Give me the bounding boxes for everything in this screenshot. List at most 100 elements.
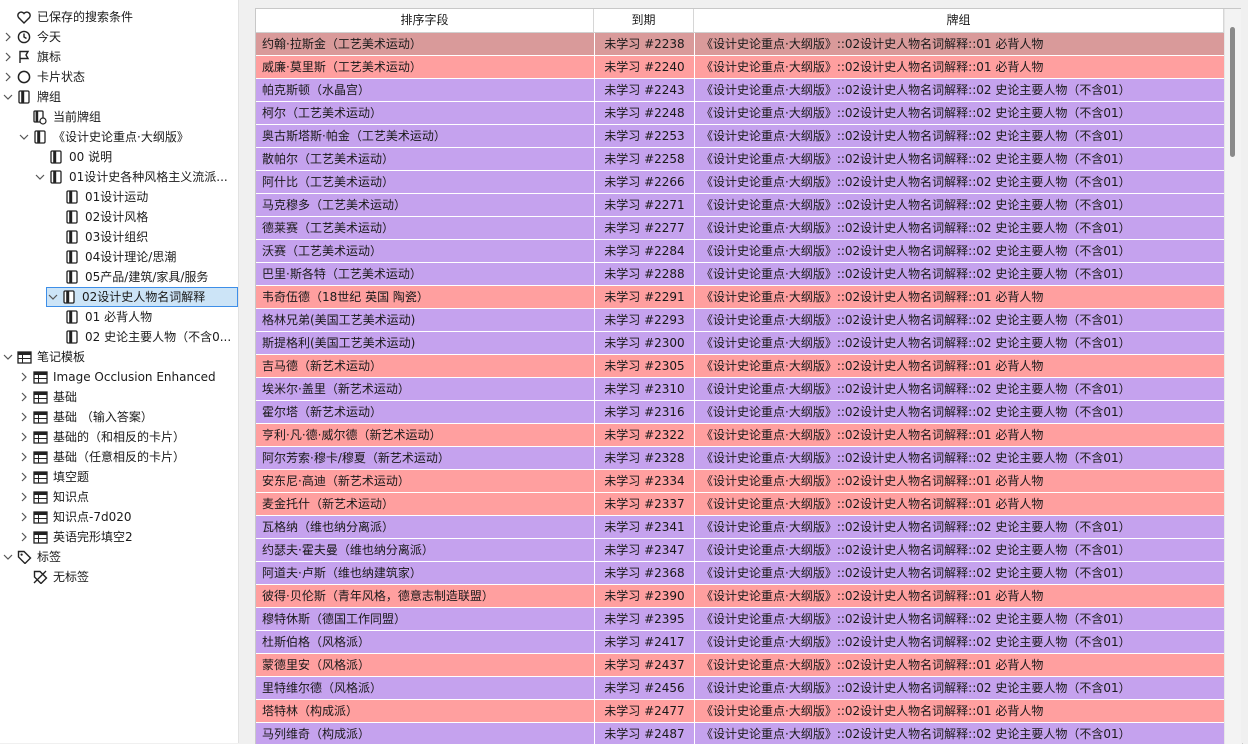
sidebar-item[interactable]: 填空题 [17,467,237,487]
cell-sort-field: 彼得·贝伦斯（青年风格，德意志制造联盟） [262,589,494,603]
table-row[interactable]: 格林兄弟(美国工艺美术运动) 未学习 #2293 《设计史论重点·大纲版》::02设… [256,309,1224,332]
column-header-sort-field[interactable]: 排序字段 [256,9,594,32]
sidebar-item[interactable]: Image Occlusion Enhanced [17,367,237,387]
flag-icon [15,49,33,65]
sidebar-item[interactable]: 02设计风格 [49,207,237,227]
sidebar-item[interactable]: 05产品/建筑/家具/服务 [49,267,237,287]
sidebar-item[interactable]: 笔记模板 [1,347,237,367]
sidebar-item[interactable]: 卡片状态 [1,67,237,87]
sidebar-item[interactable]: 02设计史人物名词解释 [46,287,238,307]
table-row[interactable]: 德莱赛（工艺美术运动） 未学习 #2277 《设计史论重点·大纲版》::02设计史人… [256,217,1224,240]
sidebar-item[interactable]: 已保存的搜索条件 [1,7,237,27]
sidebar-item[interactable]: 基础 [17,387,237,407]
cell-due: 未学习 #2337 [594,493,694,515]
pane-splitter[interactable] [238,0,255,743]
table-row[interactable]: 柯尔（工艺美术运动） 未学习 #2248 《设计史论重点·大纲版》::02设计史人物… [256,102,1224,125]
table-row[interactable]: 阿什比（工艺美术运动） 未学习 #2266 《设计史论重点·大纲版》::02设计史人… [256,171,1224,194]
sidebar-item[interactable]: 今天 [1,27,237,47]
table-row[interactable]: 阿道夫·卢斯（维也纳建筑家） 未学习 #2368 《设计史论重点·大纲版》::02设… [256,562,1224,585]
table-row[interactable]: 马列维奇（构成派） 未学习 #2487 《设计史论重点·大纲版》::02设计史人物名… [256,723,1224,744]
sidebar-item[interactable]: 当前牌组 [17,107,237,127]
cell-deck: 《设计史论重点·大纲版》::02设计史人物名词解释::02 史论主要人物（不含0… [694,562,1224,584]
sidebar-item[interactable]: 牌组 [1,87,237,107]
sidebar-item[interactable]: 04设计理论/思潮 [49,247,237,267]
table-row[interactable]: 阿尔芳索·穆卡/穆夏（新艺术运动） 未学习 #2328 《设计史论重点·大纲版》::… [256,447,1224,470]
expand-chevron-down-icon[interactable] [17,133,31,141]
cell-deck: 《设计史论重点·大纲版》::02设计史人物名词解释::02 史论主要人物（不含0… [694,171,1224,193]
deck-icon [63,189,81,205]
expand-chevron-right-icon[interactable] [17,532,31,542]
expand-chevron-down-icon[interactable] [1,353,15,361]
cell-deck: 《设计史论重点·大纲版》::02设计史人物名词解释::01 必背人物 [694,585,1224,607]
cell-sort-field: 穆特休斯（德国工作同盟） [262,612,407,626]
sidebar-item[interactable]: 基础 （输入答案） [17,407,237,427]
table-row[interactable]: 吉马德（新艺术运动） 未学习 #2305 《设计史论重点·大纲版》::02设计史人物… [256,355,1224,378]
table-row[interactable]: 奥古斯塔斯·帕金（工艺美术运动） 未学习 #2253 《设计史论重点·大纲版》::0… [256,125,1224,148]
cell-deck: 《设计史论重点·大纲版》::02设计史人物名词解释::02 史论主要人物（不含0… [694,539,1224,561]
table-row[interactable]: 穆特休斯（德国工作同盟） 未学习 #2395 《设计史论重点·大纲版》::02设计史… [256,608,1224,631]
table-row[interactable]: 约翰·拉斯金（工艺美术运动） 未学习 #2238 《设计史论重点·大纲版》::02设… [256,33,1224,56]
table-row[interactable]: 麦金托什（新艺术运动） 未学习 #2337 《设计史论重点·大纲版》::02设计史人… [256,493,1224,516]
expand-chevron-right-icon[interactable] [17,412,31,422]
scrollbar-thumb[interactable] [1230,27,1235,157]
table-row[interactable]: 约瑟夫·霍夫曼（维也纳分离派） 未学习 #2347 《设计史论重点·大纲版》::02… [256,539,1224,562]
expand-chevron-right-icon[interactable] [1,72,15,82]
sidebar-item[interactable]: 知识点-7d020 [17,507,237,527]
sidebar-item[interactable]: 旗标 [1,47,237,67]
sidebar-item[interactable]: 标签 [1,547,237,567]
expand-chevron-right-icon[interactable] [1,32,15,42]
table-row[interactable]: 霍尔塔（新艺术运动） 未学习 #2316 《设计史论重点·大纲版》::02设计史人物… [256,401,1224,424]
cell-deck: 《设计史论重点·大纲版》::02设计史人物名词解释::02 史论主要人物（不含0… [694,79,1224,101]
sidebar-item[interactable]: 01设计运动 [49,187,237,207]
table-row[interactable]: 帕克斯顿（水晶宫） 未学习 #2243 《设计史论重点·大纲版》::02设计史人物名… [256,79,1224,102]
sidebar-item[interactable]: 知识点 [17,487,237,507]
expand-chevron-down-icon[interactable] [1,93,15,101]
table-row[interactable]: 沃赛（工艺美术运动） 未学习 #2284 《设计史论重点·大纲版》::02设计史人物… [256,240,1224,263]
expand-chevron-right-icon[interactable] [17,432,31,442]
sidebar-item[interactable]: 00 说明 [33,147,237,167]
cell-due: 未学习 #2417 [594,631,694,653]
table-row[interactable]: 瓦格纳（维也纳分离派） 未学习 #2341 《设计史论重点·大纲版》::02设计史人… [256,516,1224,539]
table-row[interactable]: 斯提格利(美国工艺美术运动) 未学习 #2300 《设计史论重点·大纲版》::02设… [256,332,1224,355]
sidebar-item[interactable]: 01 必背人物 [49,307,237,327]
table-row[interactable]: 韦奇伍德（18世纪 英国 陶瓷） 未学习 #2291 《设计史论重点·大纲版》::0… [256,286,1224,309]
table-row[interactable]: 马克穆多（工艺美术运动） 未学习 #2271 《设计史论重点·大纲版》::02设计史… [256,194,1224,217]
table-row[interactable]: 塔特林（构成派） 未学习 #2477 《设计史论重点·大纲版》::02设计史人物名词… [256,700,1224,723]
sidebar-item[interactable]: 01设计史各种风格主义流派... [33,167,237,187]
sidebar-item[interactable]: 03设计组织 [49,227,237,247]
table-row[interactable]: 杜斯伯格（风格派） 未学习 #2417 《设计史论重点·大纲版》::02设计史人物名… [256,631,1224,654]
sidebar-item[interactable]: 基础的（和相反的卡片） [17,427,237,447]
cell-due: 未学习 #2437 [594,654,694,676]
expand-chevron-down-icon[interactable] [46,293,60,301]
expand-chevron-right-icon[interactable] [17,512,31,522]
expand-chevron-right-icon[interactable] [17,452,31,462]
expand-chevron-right-icon[interactable] [17,372,31,382]
sidebar-item[interactable]: 《设计史论重点·大纲版》 [17,127,237,147]
expand-chevron-right-icon[interactable] [17,492,31,502]
expand-chevron-right-icon[interactable] [17,472,31,482]
table-row[interactable]: 散帕尔（工艺美术运动） 未学习 #2258 《设计史论重点·大纲版》::02设计史人… [256,148,1224,171]
cell-sort-field: 柯尔（工艺美术运动） [262,106,383,120]
sidebar-item[interactable]: 02 史论主要人物（不含0... [49,327,237,347]
column-header-deck[interactable]: 牌组 [694,9,1224,32]
deck-icon [63,209,81,225]
sidebar-item-label: 填空题 [53,470,90,484]
vertical-scrollbar[interactable] [1224,9,1242,744]
sidebar-item[interactable]: 无标签 [17,567,237,587]
table-row[interactable]: 埃米尔·盖里（新艺术运动） 未学习 #2310 《设计史论重点·大纲版》::02设计… [256,378,1224,401]
table-row[interactable]: 彼得·贝伦斯（青年风格，德意志制造联盟） 未学习 #2390 《设计史论重点·大纲版… [256,585,1224,608]
expand-chevron-down-icon[interactable] [1,553,15,561]
table-row[interactable]: 威廉·莫里斯（工艺美术运动） 未学习 #2240 《设计史论重点·大纲版》::02设… [256,56,1224,79]
column-header-due[interactable]: ^ 到期 [594,9,694,32]
sidebar-item[interactable]: 英语完形填空2 [17,527,237,547]
expand-chevron-right-icon[interactable] [17,392,31,402]
table-row[interactable]: 蒙德里安（风格派） 未学习 #2437 《设计史论重点·大纲版》::02设计史人物名… [256,654,1224,677]
table-row[interactable]: 安东尼·高迪（新艺术运动） 未学习 #2334 《设计史论重点·大纲版》::02设计… [256,470,1224,493]
table-row[interactable]: 巴里·斯各特（工艺美术运动） 未学习 #2288 《设计史论重点·大纲版》::02设… [256,263,1224,286]
expand-chevron-down-icon[interactable] [33,173,47,181]
cell-due: 未学习 #2347 [594,539,694,561]
table-row[interactable]: 亨利·凡·德·威尔德（新艺术运动） 未学习 #2322 《设计史论重点·大纲版》::… [256,424,1224,447]
expand-chevron-right-icon[interactable] [1,52,15,62]
table-row[interactable]: 里特维尔德（风格派） 未学习 #2456 《设计史论重点·大纲版》::02设计史人物… [256,677,1224,700]
sidebar-item[interactable]: 基础（任意相反的卡片） [17,447,237,467]
